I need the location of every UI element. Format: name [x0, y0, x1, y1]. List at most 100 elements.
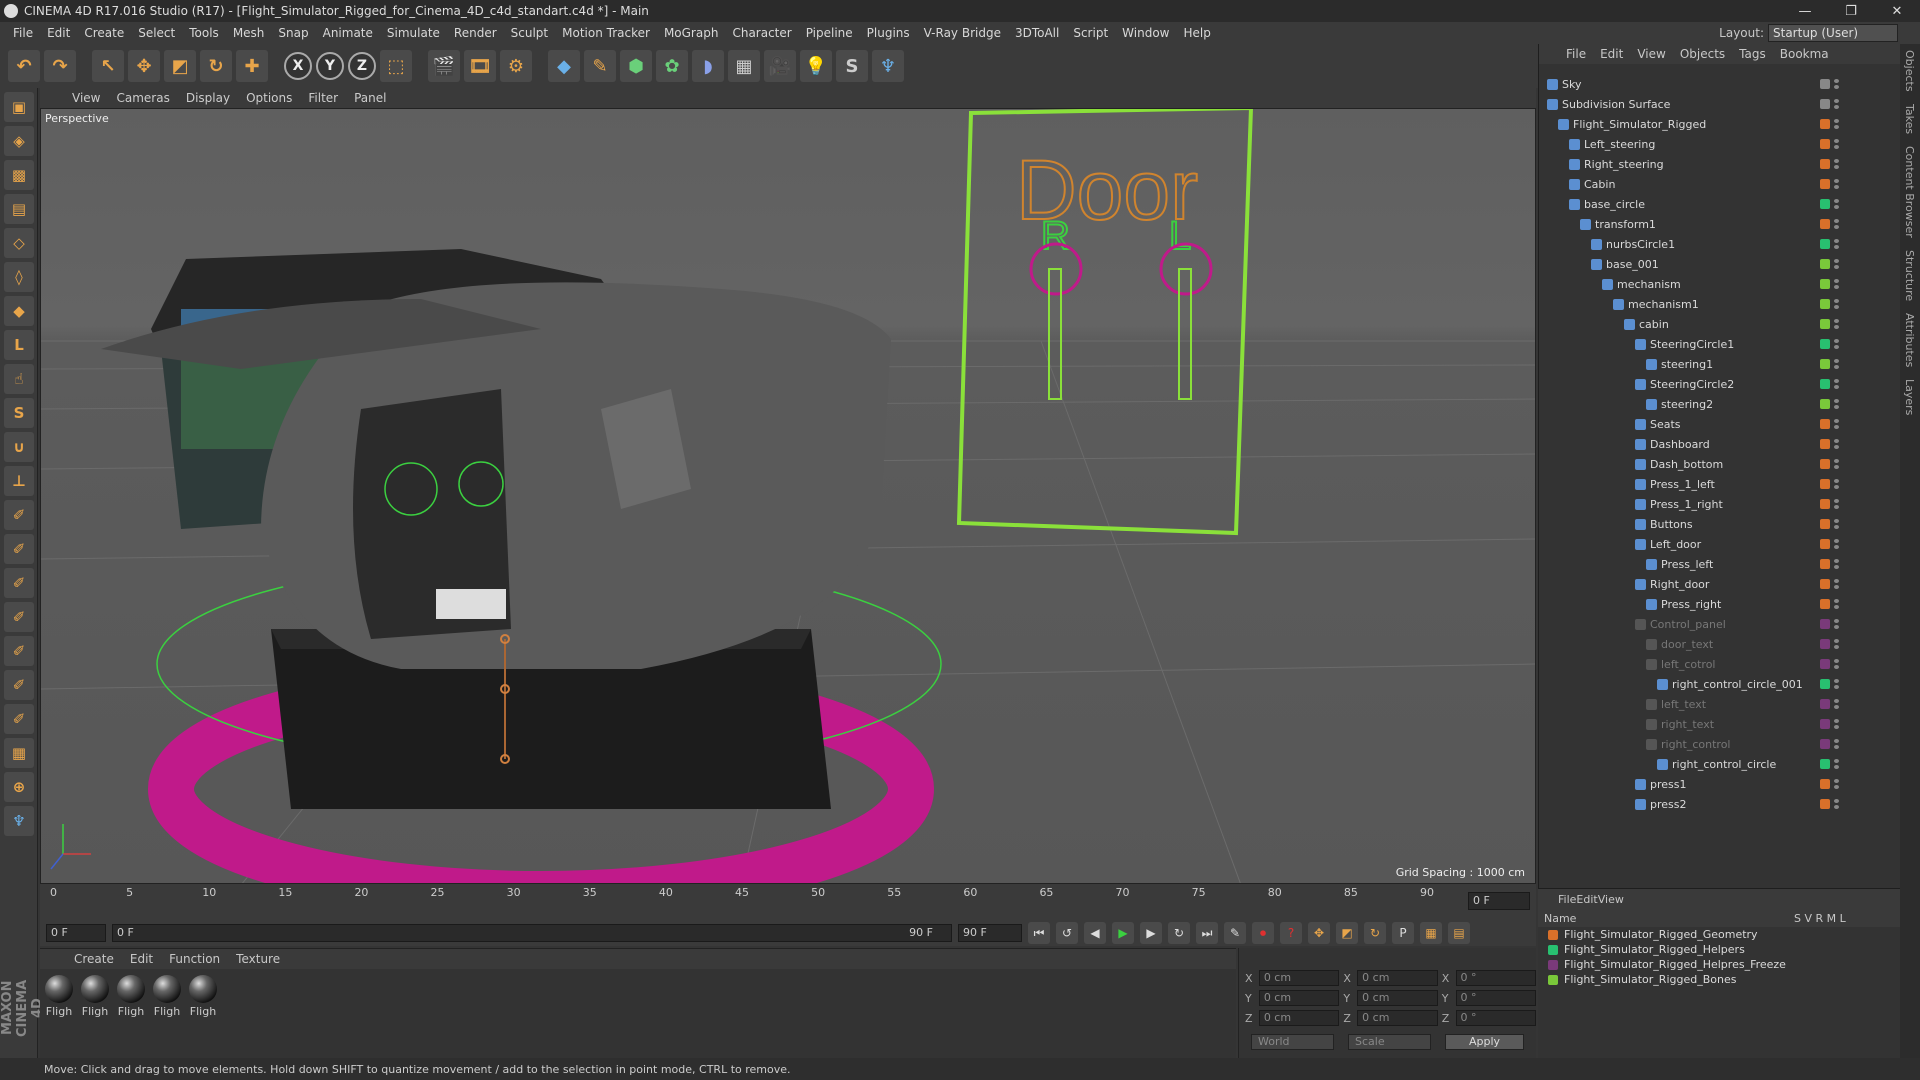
visibility-dots-icon[interactable] — [1834, 539, 1840, 549]
menu-item-sculpt[interactable]: Sculpt — [504, 26, 555, 40]
layer-color-swatch[interactable] — [1820, 559, 1830, 569]
render-picture-viewer-icon[interactable]: 🎞 — [464, 50, 496, 82]
brush-icon-4[interactable]: ✐ — [4, 602, 34, 632]
visibility-dots-icon[interactable] — [1834, 599, 1840, 609]
visibility-dots-icon[interactable] — [1834, 419, 1840, 429]
menu-item-plugins[interactable]: Plugins — [860, 26, 917, 40]
object-row-dashboard[interactable]: Dashboard — [1539, 434, 1901, 454]
layer-row[interactable]: Flight_Simulator_Rigged_Helpres_Freeze — [1538, 957, 1900, 972]
visibility-dots-icon[interactable] — [1834, 159, 1840, 169]
render-view-icon[interactable]: 🎬 — [428, 50, 460, 82]
layer-color-swatch[interactable] — [1820, 179, 1830, 189]
layer-color-swatch[interactable] — [1820, 539, 1830, 549]
autokey-icon[interactable]: ? — [1280, 922, 1302, 944]
side-tab-layers[interactable]: Layers — [1900, 373, 1919, 421]
undo-icon[interactable]: ↶ — [8, 50, 40, 82]
object-row-press-1-right[interactable]: Press_1_right — [1539, 494, 1901, 514]
layer-color-swatch[interactable] — [1820, 359, 1830, 369]
layer-color-swatch[interactable] — [1820, 519, 1830, 529]
previous-frame-icon[interactable]: ◀ — [1084, 922, 1106, 944]
subdivision-surface-icon[interactable]: ⬢ — [620, 50, 652, 82]
object-row-steeringcircle2[interactable]: SteeringCircle2 — [1539, 374, 1901, 394]
grid-lock-icon[interactable]: ▦ — [4, 738, 34, 768]
layer-color-swatch[interactable] — [1820, 219, 1830, 229]
object-row-base-circle[interactable]: base_circle — [1539, 194, 1901, 214]
floor-icon[interactable]: ▦ — [728, 50, 760, 82]
visibility-dots-icon[interactable] — [1834, 199, 1840, 209]
side-tab-structure[interactable]: Structure — [1900, 244, 1919, 307]
visibility-dots-icon[interactable] — [1834, 319, 1840, 329]
viewport-menu-view[interactable]: View — [64, 91, 108, 105]
go-to-start-icon[interactable]: ⏮ — [1028, 922, 1050, 944]
layer-menu-edit[interactable]: Edit — [1576, 893, 1597, 906]
side-tab-takes[interactable]: Takes — [1900, 98, 1919, 140]
visibility-dots-icon[interactable] — [1834, 259, 1840, 269]
go-to-end-icon[interactable]: ⏭ — [1196, 922, 1218, 944]
visibility-dots-icon[interactable] — [1834, 119, 1840, 129]
object-row-cabin[interactable]: cabin — [1539, 314, 1901, 334]
coord-value-field[interactable]: 0 cm — [1258, 1010, 1340, 1026]
layer-color-swatch[interactable] — [1820, 279, 1830, 289]
polygons-mode-icon[interactable]: ◆ — [4, 296, 34, 326]
axis-mode-icon[interactable]: L — [4, 330, 34, 360]
python-icon[interactable]: ♆ — [872, 50, 904, 82]
deformer-icon[interactable]: ◗ — [692, 50, 724, 82]
layer-color-swatch[interactable] — [1820, 79, 1830, 89]
visibility-dots-icon[interactable] — [1834, 139, 1840, 149]
close-button[interactable]: ✕ — [1874, 0, 1920, 22]
visibility-dots-icon[interactable] — [1834, 379, 1840, 389]
texture-mode-icon[interactable]: ▩ — [4, 160, 34, 190]
frame-range-slider[interactable]: 0 F 90 F — [112, 924, 952, 942]
layer-color-swatch[interactable] — [1820, 399, 1830, 409]
visibility-dots-icon[interactable] — [1834, 759, 1840, 769]
coord-value-field[interactable]: 0 ° — [1455, 970, 1537, 986]
brush-icon-3[interactable]: ✐ — [4, 568, 34, 598]
layer-color-swatch[interactable] — [1820, 439, 1830, 449]
layer-color-swatch[interactable] — [1820, 599, 1830, 609]
visibility-dots-icon[interactable] — [1834, 739, 1840, 749]
object-row-right-control[interactable]: right_control — [1539, 734, 1901, 754]
visibility-dots-icon[interactable] — [1834, 719, 1840, 729]
layer-color-swatch[interactable] — [1820, 299, 1830, 309]
points-mode-icon[interactable]: ◇ — [4, 228, 34, 258]
visibility-dots-icon[interactable] — [1834, 619, 1840, 629]
object-menu-edit[interactable]: Edit — [1593, 47, 1630, 61]
visibility-dots-icon[interactable] — [1834, 439, 1840, 449]
object-row-right-steering[interactable]: Right_steering — [1539, 154, 1901, 174]
end-frame-field[interactable]: 90 F — [958, 924, 1022, 942]
layer-row[interactable]: Flight_Simulator_Rigged_Helpers — [1538, 942, 1900, 957]
menu-item-pipeline[interactable]: Pipeline — [799, 26, 860, 40]
magnet-icon[interactable]: ∪ — [4, 432, 34, 462]
cloner-icon[interactable]: ✿ — [656, 50, 688, 82]
layer-row[interactable]: Flight_Simulator_Rigged_Bones — [1538, 972, 1900, 987]
play-icon[interactable]: ▶ — [1112, 922, 1134, 944]
record-active-icon[interactable]: ⏺ — [1252, 922, 1274, 944]
next-frame-icon[interactable]: ▶ — [1140, 922, 1162, 944]
object-row-seats[interactable]: Seats — [1539, 414, 1901, 434]
quantize-icon[interactable]: ⊕ — [4, 772, 34, 802]
x-axis-lock-icon[interactable]: X — [284, 52, 312, 80]
layer-color-swatch[interactable] — [1820, 159, 1830, 169]
viewport-menu-options[interactable]: Options — [238, 91, 300, 105]
visibility-dots-icon[interactable] — [1834, 459, 1840, 469]
object-row-left-text[interactable]: left_text — [1539, 694, 1901, 714]
model-mode-icon[interactable]: ◈ — [4, 126, 34, 156]
viewport-perspective[interactable]: Door R L Perspective Grid Spacing : 1000… — [40, 108, 1536, 884]
layer-menu-view[interactable]: View — [1598, 893, 1624, 906]
object-row-right-text[interactable]: right_text — [1539, 714, 1901, 734]
layer-color-swatch[interactable] — [1820, 759, 1830, 769]
key-parameter-icon[interactable]: P — [1392, 922, 1414, 944]
recent-tool-icon[interactable]: ✚ — [236, 50, 268, 82]
layer-color-swatch[interactable] — [1820, 199, 1830, 209]
object-row-steering2[interactable]: steering2 — [1539, 394, 1901, 414]
object-row-cabin[interactable]: Cabin — [1539, 174, 1901, 194]
object-menu-objects[interactable]: Objects — [1673, 47, 1732, 61]
size-mode-dropdown[interactable]: Scale — [1348, 1034, 1432, 1050]
timeline-ruler[interactable]: 0 5 10 15 20 25 30 35 40 45 50 55 60 65 70 75 80 85 90 0 F — [40, 884, 1536, 920]
python-script-icon[interactable]: ♆ — [4, 806, 34, 836]
layer-color-swatch[interactable] — [1820, 319, 1830, 329]
object-menu-file[interactable]: File — [1559, 47, 1593, 61]
layer-color-swatch[interactable] — [1820, 679, 1830, 689]
object-row-door-text[interactable]: door_text — [1539, 634, 1901, 654]
layer-color-swatch[interactable] — [1820, 499, 1830, 509]
